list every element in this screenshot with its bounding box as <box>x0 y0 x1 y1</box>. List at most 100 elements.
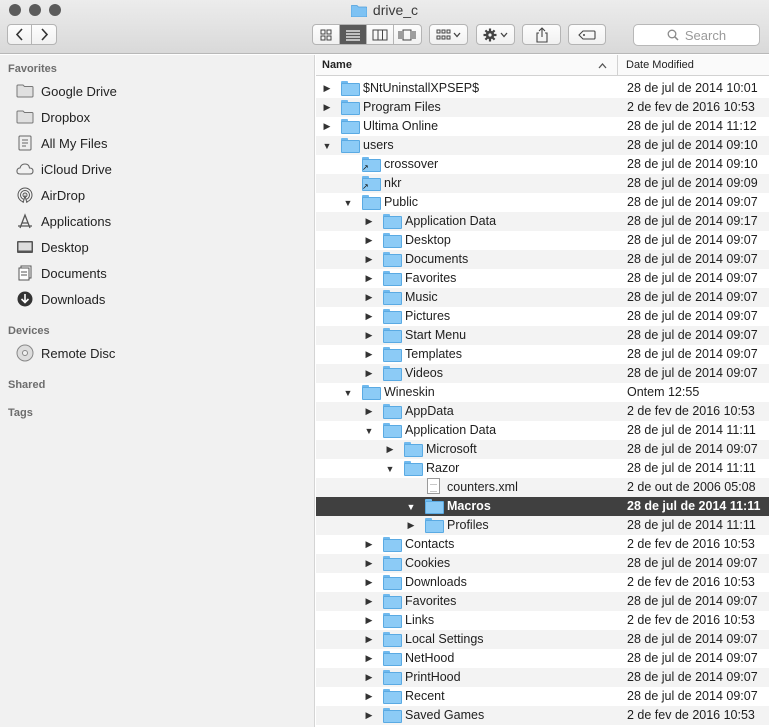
sidebar-item-downloads[interactable]: Downloads <box>14 288 105 310</box>
disclosure-collapsed-icon[interactable]: ▶ <box>363 270 375 287</box>
file-row[interactable]: ▶ Contacts 2 de fev de 2016 10:53 <box>316 535 769 554</box>
disclosure-collapsed-icon[interactable]: ▶ <box>363 251 375 268</box>
forward-button[interactable] <box>32 25 56 44</box>
disclosure-collapsed-icon[interactable]: ▶ <box>363 650 375 667</box>
file-row[interactable]: ▶ Microsoft 28 de jul de 2014 09:07 <box>316 440 769 459</box>
sidebar-item-desktop[interactable]: Desktop <box>14 236 89 258</box>
file-row[interactable]: ▶ Saved Games 2 de fev de 2016 10:53 <box>316 706 769 725</box>
column-divider[interactable] <box>617 55 618 76</box>
disclosure-collapsed-icon[interactable]: ▶ <box>405 517 417 534</box>
file-row[interactable]: ▶ Templates 28 de jul de 2014 09:07 <box>316 345 769 364</box>
file-row[interactable]: ↗ nkr 28 de jul de 2014 09:09 <box>316 174 769 193</box>
disclosure-collapsed-icon[interactable]: ▶ <box>363 536 375 553</box>
icon-view-button[interactable] <box>313 25 340 44</box>
file-row[interactable]: ▶ Favorites 28 de jul de 2014 09:07 <box>316 592 769 611</box>
folder-icon <box>383 594 402 609</box>
sidebar-item-airdrop[interactable]: AirDrop <box>14 184 85 206</box>
file-row[interactable]: ↗ crossover 28 de jul de 2014 09:10 <box>316 155 769 174</box>
file-row[interactable]: ▶ Downloads 2 de fev de 2016 10:53 <box>316 573 769 592</box>
disclosure-collapsed-icon[interactable]: ▶ <box>384 441 396 458</box>
file-row[interactable]: ▶ Pictures 28 de jul de 2014 09:07 <box>316 307 769 326</box>
list-view-button[interactable] <box>339 25 368 44</box>
sidebar-item-applications[interactable]: Applications <box>14 210 111 232</box>
file-row[interactable]: ▼ users 28 de jul de 2014 09:10 <box>316 136 769 155</box>
date-column-header[interactable]: Date Modified <box>626 59 694 71</box>
file-row[interactable]: ▶ Profiles 28 de jul de 2014 11:11 <box>316 516 769 535</box>
disclosure-expanded-icon[interactable]: ▼ <box>321 137 333 154</box>
back-button[interactable] <box>8 25 33 44</box>
file-row[interactable]: ▶ $NtUninstallXPSEP$ 28 de jul de 2014 10:… <box>316 79 769 98</box>
disclosure-collapsed-icon[interactable]: ▶ <box>363 346 375 363</box>
file-row[interactable]: ▼ Wineskin Ontem 12:55 <box>316 383 769 402</box>
cover-flow-button[interactable] <box>394 25 421 44</box>
file-row[interactable]: ▶ Local Settings 28 de jul de 2014 09:07 <box>316 630 769 649</box>
disclosure-collapsed-icon[interactable]: ▶ <box>363 612 375 629</box>
file-date-modified: 28 de jul de 2014 10:01 <box>627 81 758 95</box>
disclosure-expanded-icon[interactable]: ▼ <box>363 422 375 439</box>
file-row[interactable]: ▶ Desktop 28 de jul de 2014 09:07 <box>316 231 769 250</box>
file-row[interactable]: ▶ Program Files 2 de fev de 2016 10:53 <box>316 98 769 117</box>
disclosure-collapsed-icon[interactable]: ▶ <box>363 308 375 325</box>
search-field[interactable]: Search <box>633 24 760 46</box>
file-row[interactable]: ▶ Music 28 de jul de 2014 09:07 <box>316 288 769 307</box>
tags-button[interactable] <box>568 24 606 45</box>
file-row[interactable]: ▶ Start Menu 28 de jul de 2014 09:07 <box>316 326 769 345</box>
disclosure-expanded-icon[interactable]: ▼ <box>405 498 417 515</box>
disclosure-collapsed-icon[interactable]: ▶ <box>363 688 375 705</box>
file-name: Documents <box>405 252 469 266</box>
disclosure-collapsed-icon[interactable]: ▶ <box>321 118 333 135</box>
sidebar-item-remote-disc[interactable]: Remote Disc <box>14 342 115 364</box>
disclosure-collapsed-icon[interactable]: ▶ <box>363 289 375 306</box>
sidebar-item-icloud-drive[interactable]: iCloud Drive <box>14 158 112 180</box>
disclosure-expanded-icon[interactable]: ▼ <box>384 460 396 477</box>
disclosure-collapsed-icon[interactable]: ▶ <box>363 574 375 591</box>
file-row[interactable]: ▶ Application Data 28 de jul de 2014 09:17 <box>316 212 769 231</box>
sidebar-item-documents[interactable]: Documents <box>14 262 107 284</box>
disclosure-collapsed-icon[interactable]: ▶ <box>321 80 333 97</box>
disclosure-collapsed-icon[interactable]: ▶ <box>363 555 375 572</box>
file-row[interactable]: ▶ Links 2 de fev de 2016 10:53 <box>316 611 769 630</box>
file-row[interactable]: ▶ Documents 28 de jul de 2014 09:07 <box>316 250 769 269</box>
disclosure-collapsed-icon[interactable]: ▶ <box>363 593 375 610</box>
file-row[interactable]: ▶ AppData 2 de fev de 2016 10:53 <box>316 402 769 421</box>
file-date-modified: 28 de jul de 2014 09:07 <box>627 556 758 570</box>
name-column-header[interactable]: Name <box>322 59 352 71</box>
file-row-selected[interactable]: ▼ Macros 28 de jul de 2014 11:11 <box>316 497 769 516</box>
disclosure-expanded-icon[interactable]: ▼ <box>342 194 354 211</box>
disclosure-collapsed-icon[interactable]: ▶ <box>363 403 375 420</box>
share-button[interactable] <box>522 24 561 45</box>
file-date-modified: 28 de jul de 2014 09:07 <box>627 442 758 456</box>
sidebar-item-google-drive[interactable]: Google Drive <box>14 80 117 102</box>
window-title-bar: drive_c <box>0 1 769 21</box>
file-row[interactable]: ▶ Ultima Online 28 de jul de 2014 11:12 <box>316 117 769 136</box>
file-date-modified: 2 de fev de 2016 10:53 <box>627 537 755 551</box>
file-row[interactable]: ▼ Razor 28 de jul de 2014 11:11 <box>316 459 769 478</box>
file-row[interactable]: ▶ Recent 28 de jul de 2014 09:07 <box>316 687 769 706</box>
disclosure-collapsed-icon[interactable]: ▶ <box>363 327 375 344</box>
file-row[interactable]: ▶ NetHood 28 de jul de 2014 09:07 <box>316 649 769 668</box>
disclosure-expanded-icon[interactable]: ▼ <box>342 384 354 401</box>
file-row[interactable]: ▼ Public 28 de jul de 2014 09:07 <box>316 193 769 212</box>
file-name: Saved Games <box>405 708 485 722</box>
file-row[interactable]: ▶ Videos 28 de jul de 2014 09:07 <box>316 364 769 383</box>
disclosure-collapsed-icon[interactable]: ▶ <box>363 213 375 230</box>
folder-icon <box>341 119 360 134</box>
file-row[interactable]: ▶ Favorites 28 de jul de 2014 09:07 <box>316 269 769 288</box>
file-row[interactable]: ▼ Application Data 28 de jul de 2014 11:11 <box>316 421 769 440</box>
sidebar-item-dropbox[interactable]: Dropbox <box>14 106 90 128</box>
column-view-button[interactable] <box>367 25 394 44</box>
sidebar-item-all-my-files[interactable]: All My Files <box>14 132 107 154</box>
chevron-right-icon <box>40 28 48 41</box>
disclosure-collapsed-icon[interactable]: ▶ <box>363 669 375 686</box>
disclosure-collapsed-icon[interactable]: ▶ <box>363 232 375 249</box>
action-menu-button[interactable] <box>476 24 515 45</box>
disclosure-collapsed-icon[interactable]: ▶ <box>321 99 333 116</box>
file-row[interactable]: ▶ Cookies 28 de jul de 2014 09:07 <box>316 554 769 573</box>
disclosure-collapsed-icon[interactable]: ▶ <box>363 707 375 724</box>
file-row[interactable]: ▶ PrintHood 28 de jul de 2014 09:07 <box>316 668 769 687</box>
disclosure-collapsed-icon[interactable]: ▶ <box>363 365 375 382</box>
arrange-menu-button[interactable] <box>429 24 468 45</box>
file-row[interactable]: counters.xml 2 de out de 2006 05:08 <box>316 478 769 497</box>
icon-view-icon <box>320 29 332 40</box>
disclosure-collapsed-icon[interactable]: ▶ <box>363 631 375 648</box>
